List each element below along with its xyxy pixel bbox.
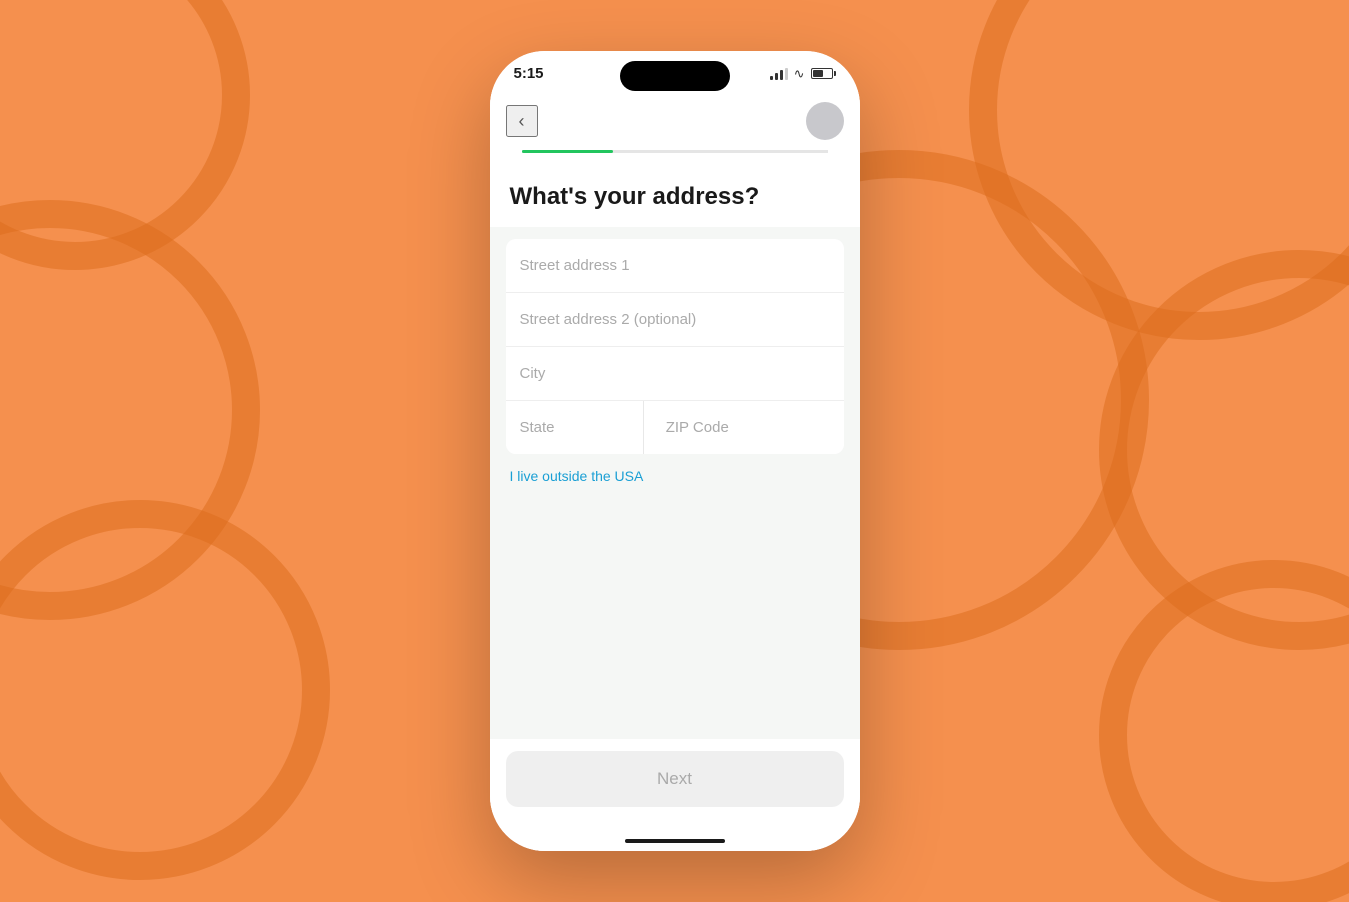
home-indicator [490, 831, 860, 851]
battery-icon [811, 68, 836, 79]
state-zip-row [506, 401, 844, 454]
fields-container: I live outside the USA [490, 227, 860, 739]
ring-1 [0, 0, 250, 270]
status-icons: ∿ [770, 66, 836, 82]
app-content: ‹ What's your address? [490, 90, 860, 851]
address-fields-group [506, 239, 844, 454]
nav-bar: ‹ [490, 90, 860, 150]
progress-fill [522, 150, 614, 153]
form-area: I live outside the USA [490, 227, 860, 739]
ring-6 [1099, 560, 1349, 902]
street-address-2-input[interactable] [506, 293, 844, 347]
outside-usa-link[interactable]: I live outside the USA [506, 454, 844, 498]
progress-track [522, 150, 828, 153]
status-time: 5:15 [514, 65, 544, 82]
wifi-icon: ∿ [794, 66, 805, 82]
city-input[interactable] [506, 347, 844, 401]
next-button-area: Next [490, 739, 860, 831]
zip-code-input[interactable] [652, 401, 844, 454]
phone-frame: 5:15 ∿ ‹ [490, 51, 860, 851]
ring-4 [969, 0, 1349, 340]
page-title: What's your address? [490, 163, 860, 227]
ring-3 [0, 500, 330, 880]
back-button[interactable]: ‹ [506, 105, 538, 137]
state-input[interactable] [506, 401, 644, 454]
home-bar [625, 839, 725, 843]
back-chevron-icon: ‹ [519, 111, 525, 132]
ring-5 [1099, 250, 1349, 650]
street-address-1-input[interactable] [506, 239, 844, 293]
ring-2 [0, 200, 260, 620]
signal-icon [770, 68, 788, 80]
next-button[interactable]: Next [506, 751, 844, 807]
dynamic-island [620, 61, 730, 91]
avatar[interactable] [806, 102, 844, 140]
